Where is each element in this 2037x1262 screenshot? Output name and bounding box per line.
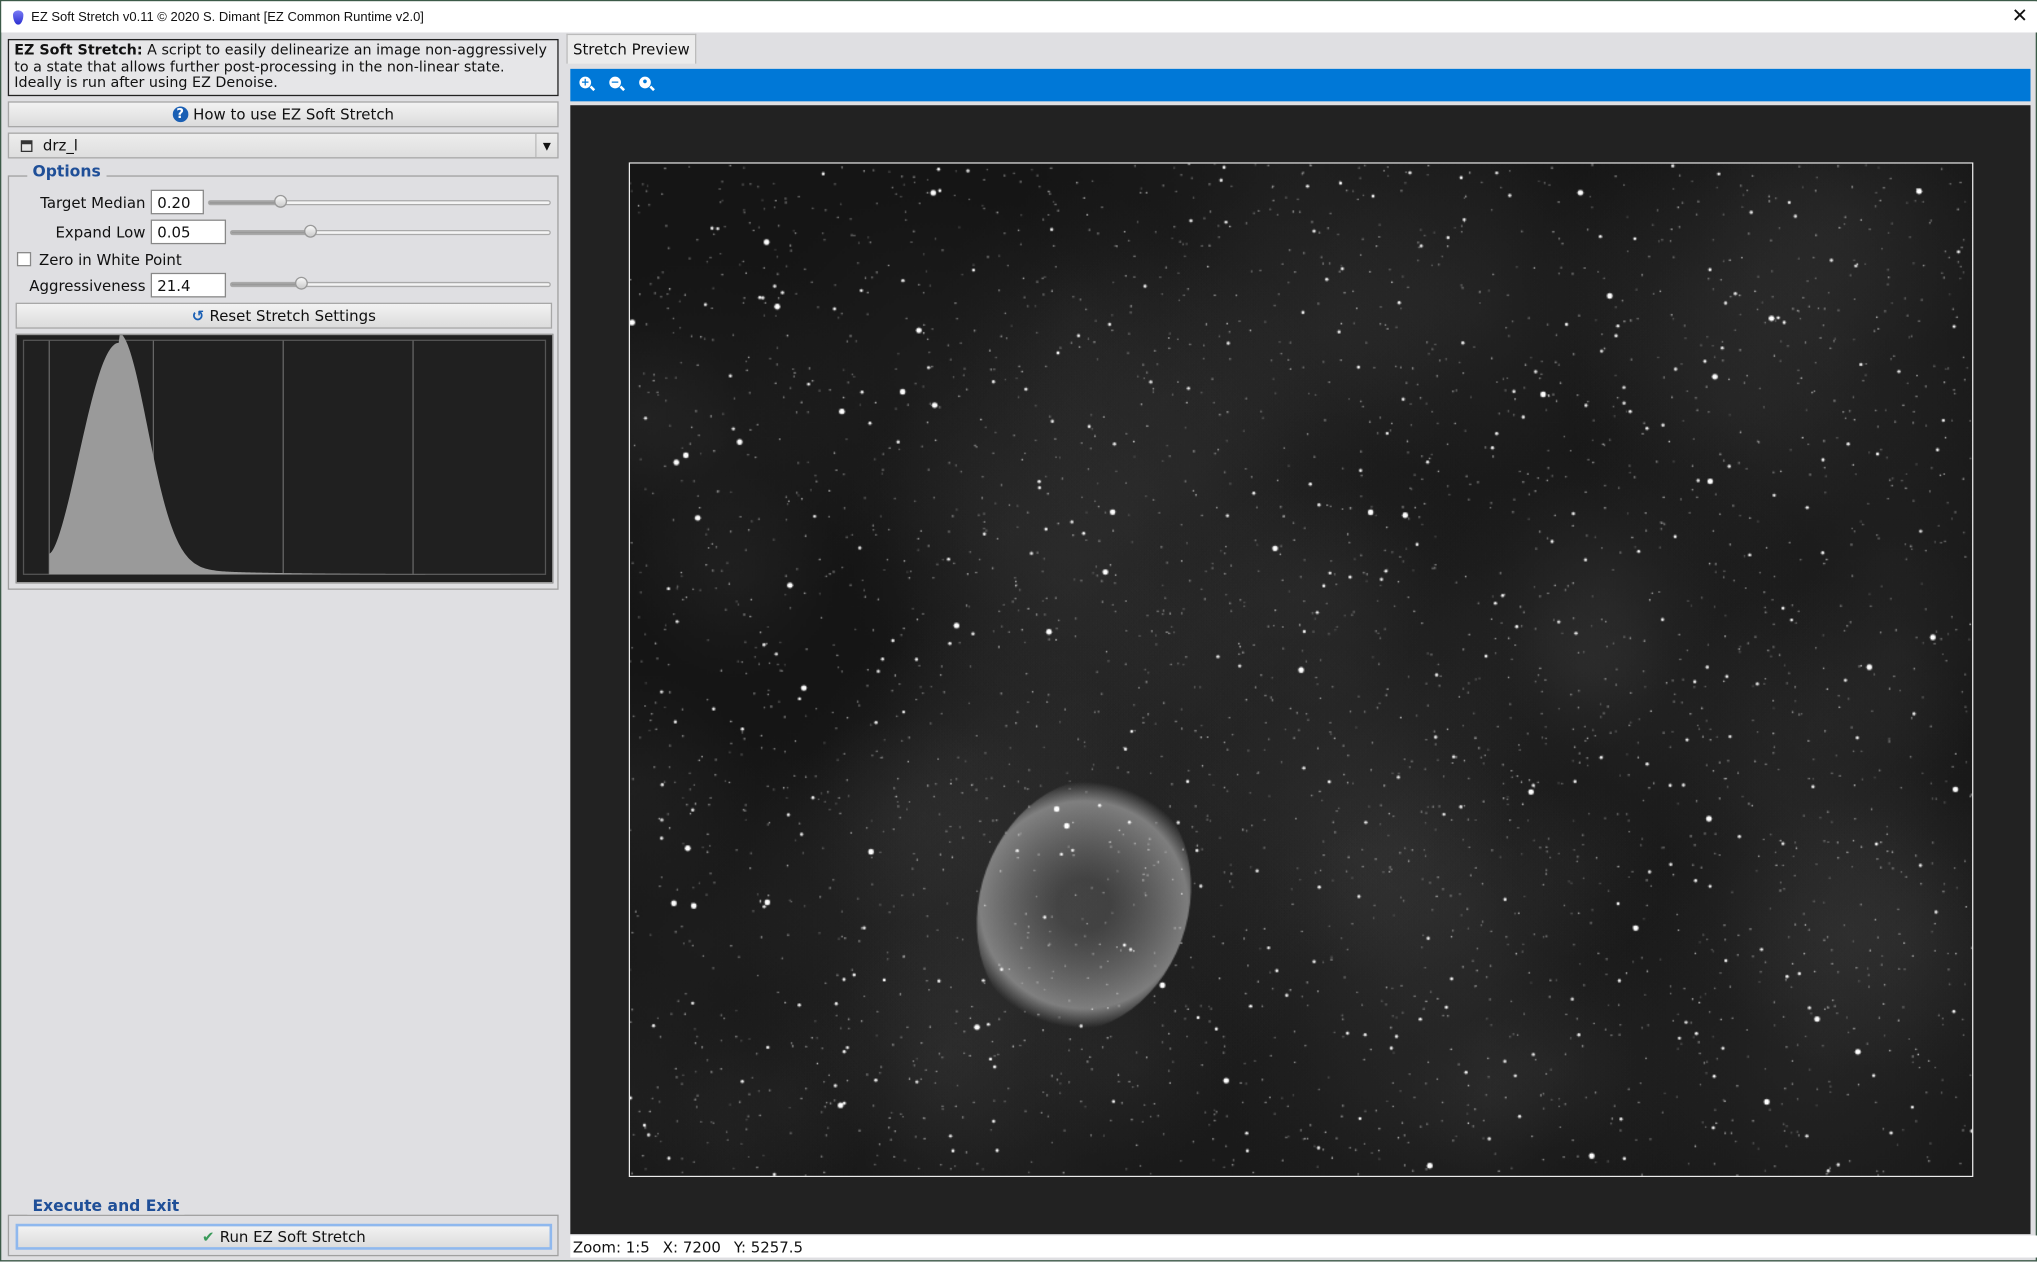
window-title: EZ Soft Stretch v0.11 © 2020 S. Dimant [… <box>31 9 424 25</box>
image-select[interactable]: drz_l ▼ <box>7 132 559 159</box>
options-title: Options <box>27 162 106 181</box>
target-median-slider[interactable] <box>207 194 551 208</box>
zoom-fit-icon[interactable]: • <box>639 76 656 94</box>
preview-toolbar: + − • <box>570 68 2031 102</box>
help-button-label: How to use EZ Soft Stretch <box>193 105 395 124</box>
zoom-in-icon[interactable]: + <box>579 76 596 94</box>
slider-handle[interactable] <box>294 276 308 290</box>
zoom-readout: Zoom: 1:5 <box>572 1237 650 1256</box>
expand-low-label: Expand Low <box>55 223 146 242</box>
question-icon: ? <box>172 106 188 123</box>
histogram <box>15 333 554 584</box>
slider-handle[interactable] <box>274 194 288 208</box>
tab-stretch-preview[interactable]: Stretch Preview <box>566 33 697 64</box>
tab-label: Stretch Preview <box>572 40 690 59</box>
chevron-down-icon[interactable]: ▼ <box>535 133 557 158</box>
aggressiveness-label: Aggressiveness <box>29 276 146 295</box>
zero-white-point-label: Zero in White Point <box>38 250 182 269</box>
target-median-input[interactable]: 0.20 <box>150 189 204 215</box>
run-button-label: Run EZ Soft Stretch <box>219 1227 366 1246</box>
aggressiveness-slider[interactable] <box>229 276 551 290</box>
check-icon: ✔ <box>202 1227 215 1246</box>
close-button[interactable]: ✕ <box>2012 4 2028 27</box>
ez-soft-stretch-window: EZ Soft Stretch v0.11 © 2020 S. Dimant [… <box>0 0 2037 1262</box>
description-box: EZ Soft Stretch: A script to easily deli… <box>7 38 559 97</box>
preview-image[interactable] <box>628 162 1974 1177</box>
aggressiveness-input[interactable]: 21.4 <box>150 272 227 298</box>
zoom-out-icon[interactable]: − <box>609 76 626 94</box>
x-readout: X: 7200 <box>662 1237 721 1256</box>
help-button[interactable]: ? How to use EZ Soft Stretch <box>7 101 559 128</box>
app-logo-icon <box>12 9 24 25</box>
expand-low-slider[interactable] <box>229 224 551 238</box>
histogram-curve <box>49 335 546 575</box>
zero-white-point-checkbox[interactable] <box>16 252 32 267</box>
reset-button-label: Reset Stretch Settings <box>209 306 376 325</box>
execute-title: Execute and Exit <box>27 1196 185 1215</box>
target-median-label: Target Median <box>40 193 146 212</box>
y-readout: Y: 5257.5 <box>733 1237 804 1256</box>
run-button[interactable]: ✔ Run EZ Soft Stretch <box>15 1223 553 1250</box>
reset-stretch-button[interactable]: ↺ Reset Stretch Settings <box>15 302 553 329</box>
status-bar: Zoom: 1:5 X: 7200 Y: 5257.5 <box>570 1235 2037 1258</box>
description-title: EZ Soft Stretch: <box>14 41 143 59</box>
title-bar: EZ Soft Stretch v0.11 © 2020 S. Dimant [… <box>1 1 2037 33</box>
image-select-value: drz_l <box>42 136 78 155</box>
expand-low-input[interactable]: 0.05 <box>150 219 227 245</box>
undo-icon: ↺ <box>191 306 205 325</box>
image-window-icon <box>20 139 33 152</box>
